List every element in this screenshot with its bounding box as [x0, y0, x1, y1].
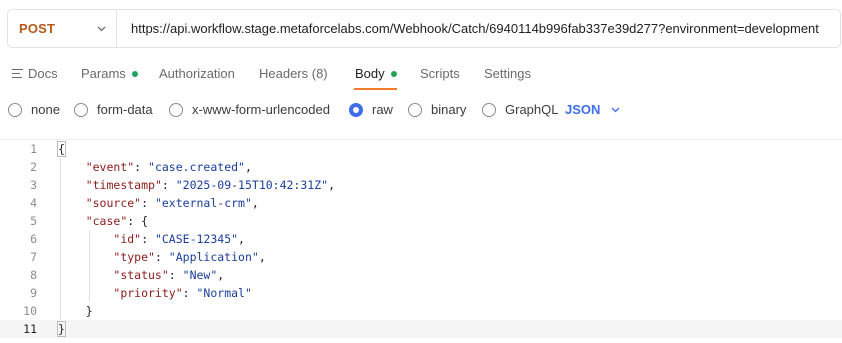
- tab-docs-label: Docs: [28, 66, 58, 81]
- radio-raw-label: raw: [372, 102, 393, 117]
- line-number: 7: [30, 250, 37, 264]
- code-line: 7 "type": "Application",: [0, 248, 842, 266]
- radio-binary-circle[interactable]: [408, 102, 422, 117]
- chevron-down-icon: [97, 24, 106, 33]
- tab-headers[interactable]: Headers (8): [259, 66, 328, 81]
- radio-none[interactable]: none: [8, 102, 60, 117]
- code-text: }: [58, 304, 93, 318]
- json-key: "type": [113, 250, 155, 264]
- radio-graphql-label: GraphQL: [505, 102, 559, 117]
- json-value: "external-crm": [154, 196, 252, 210]
- tab-body-label: Body: [355, 66, 385, 81]
- code-line: 10 }: [0, 302, 842, 320]
- code-line: 1 {: [0, 140, 842, 158]
- code-line: 4 "source": "external-crm",: [0, 194, 842, 212]
- json-value: "2025-09-15T10:42:31Z": [175, 178, 329, 192]
- url-input[interactable]: https://api.workflow.stage.metaforcelabs…: [117, 21, 840, 36]
- json-value: "case.created": [148, 160, 245, 174]
- code-text: "priority": "Normal": [113, 286, 252, 300]
- code-text: "status": "New",: [113, 268, 225, 282]
- tab-settings-label: Settings: [484, 66, 531, 81]
- line-number: 3: [30, 178, 37, 192]
- line-number: 5: [30, 214, 37, 228]
- code-line: 2 "event": "case.created",: [0, 158, 842, 176]
- request-tabs: Docs Params Authorization Headers (8) Bo…: [0, 60, 842, 91]
- code-text: "type": "Application",: [113, 250, 266, 264]
- code-text: "event": "case.created",: [85, 160, 252, 174]
- body-indicator-dot: [390, 70, 397, 77]
- open-brace: {: [141, 214, 149, 228]
- line-number: 10: [23, 304, 37, 318]
- json-key: "status": [113, 268, 169, 282]
- json-key: "id": [113, 232, 142, 246]
- radio-urlencoded-circle[interactable]: [169, 102, 183, 117]
- line-number: 11: [23, 322, 37, 336]
- radio-binary[interactable]: binary: [408, 102, 466, 117]
- language-select[interactable]: JSON: [565, 102, 620, 117]
- body-type-selector: none form-data x-www-form-urlencoded raw…: [0, 96, 842, 124]
- tab-params-label: Params: [81, 66, 126, 81]
- radio-graphql[interactable]: GraphQL: [482, 102, 558, 117]
- json-value: "Application": [168, 250, 259, 264]
- json-key: "case": [85, 214, 128, 228]
- code-text: "id": "CASE-12345",: [113, 232, 245, 246]
- tab-headers-label: Headers (8): [259, 66, 328, 81]
- request-url-bar: POST https://api.workflow.stage.metaforc…: [7, 9, 841, 48]
- code-text: "source": "external-crm",: [85, 196, 259, 210]
- active-tab-underline: [354, 88, 397, 90]
- line-number: 4: [30, 196, 37, 210]
- radio-urlencoded[interactable]: x-www-form-urlencoded: [169, 102, 330, 117]
- tab-settings[interactable]: Settings: [484, 66, 531, 81]
- method-label: POST: [19, 21, 56, 36]
- json-value: "New": [182, 268, 218, 282]
- code-line: 9 "priority": "Normal": [0, 284, 842, 302]
- chevron-down-icon: [611, 105, 620, 114]
- tab-authorization[interactable]: Authorization: [159, 66, 235, 81]
- line-number: 6: [30, 232, 37, 246]
- line-number: 8: [30, 268, 37, 282]
- radio-form-data-label: form-data: [97, 102, 153, 117]
- radio-graphql-circle[interactable]: [482, 102, 496, 117]
- method-select[interactable]: POST: [8, 10, 117, 47]
- radio-urlencoded-label: x-www-form-urlencoded: [192, 102, 330, 117]
- params-indicator-dot: [131, 70, 138, 77]
- tab-docs[interactable]: Docs: [12, 66, 58, 81]
- json-key: "timestamp": [85, 178, 162, 192]
- language-label: JSON: [565, 102, 601, 117]
- code-line-current: 11 }: [0, 320, 842, 338]
- radio-form-data[interactable]: form-data: [74, 102, 153, 117]
- json-value: "CASE-12345": [154, 232, 239, 246]
- radio-raw[interactable]: raw: [349, 102, 393, 117]
- line-number: 1: [30, 142, 37, 156]
- code-text: "timestamp": "2025-09-15T10:42:31Z",: [85, 178, 335, 192]
- tab-params[interactable]: Params: [81, 66, 138, 81]
- code-line: 6 "id": "CASE-12345",: [0, 230, 842, 248]
- radio-binary-label: binary: [431, 102, 467, 117]
- tab-authorization-label: Authorization: [159, 66, 235, 81]
- code-text: "case": {: [85, 214, 149, 228]
- open-brace: {: [57, 141, 66, 157]
- code-line: 5 "case": {: [0, 212, 842, 230]
- json-key: "event": [85, 160, 135, 174]
- radio-none-circle[interactable]: [8, 102, 22, 117]
- close-brace: }: [85, 304, 93, 318]
- json-key: "priority": [113, 286, 183, 300]
- radio-form-data-circle[interactable]: [74, 102, 88, 117]
- line-number: 9: [30, 286, 37, 300]
- code-line: 3 "timestamp": "2025-09-15T10:42:31Z",: [0, 176, 842, 194]
- tab-scripts-label: Scripts: [420, 66, 460, 81]
- json-body-editor[interactable]: 1 { 2 "event": "case.created", 3 "timest…: [0, 139, 842, 343]
- code-line: 8 "status": "New",: [0, 266, 842, 284]
- code-text: {: [57, 141, 66, 157]
- close-brace: }: [57, 321, 66, 337]
- json-key: "source": [85, 196, 142, 210]
- line-number: 2: [30, 160, 37, 174]
- radio-none-label: none: [31, 102, 60, 117]
- radio-raw-circle[interactable]: [349, 102, 363, 117]
- docs-icon: [12, 69, 23, 78]
- code-text: }: [57, 321, 66, 337]
- tab-scripts[interactable]: Scripts: [420, 66, 460, 81]
- json-value: "Normal": [196, 286, 252, 300]
- tab-body[interactable]: Body: [355, 66, 397, 81]
